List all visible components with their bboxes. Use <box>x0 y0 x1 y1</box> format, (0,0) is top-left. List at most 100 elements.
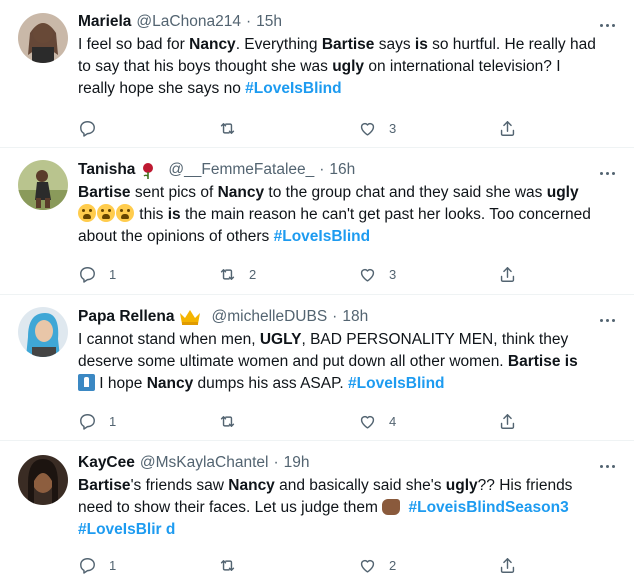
tweet-actions: 1 4 <box>78 401 622 441</box>
heart-icon <box>360 559 375 573</box>
text-segment: I hope <box>95 375 147 392</box>
tweet-text: I cannot stand when men, UGLY, BAD PERSO… <box>78 329 622 395</box>
author-name[interactable]: Papa Rellena <box>78 306 175 328</box>
avatar[interactable] <box>18 455 68 505</box>
text-segment: says <box>374 36 415 53</box>
timestamp[interactable]: 18h <box>342 306 368 328</box>
tweet-text: I feel so bad for Nancy. Everything Bart… <box>78 34 622 100</box>
reply-count: 1 <box>109 413 117 429</box>
share-icon <box>500 413 515 429</box>
text-segment: dumps his ass ASAP. <box>193 375 349 392</box>
retweet-button[interactable]: 2 <box>218 265 358 284</box>
more-options-icon[interactable] <box>600 455 620 468</box>
separator-dot: · <box>332 308 338 325</box>
retweet-count: 2 <box>249 266 257 282</box>
like-button[interactable]: 3 <box>358 265 498 284</box>
tweet[interactable]: Mariela @LaChona214 · 15h I feel so bad … <box>0 0 634 148</box>
highlighted-keyword: Nancy <box>189 36 236 53</box>
text-segment: to the group chat and they said she was <box>264 184 547 201</box>
like-count: 3 <box>389 120 397 136</box>
author-handle[interactable]: @michelleDUBS <box>212 306 328 328</box>
reply-icon <box>80 557 95 574</box>
highlighted-keyword: ugly <box>445 477 478 494</box>
highlighted-keyword: ugly <box>546 184 579 201</box>
avatar[interactable] <box>18 307 68 357</box>
highlighted-keyword: Nancy <box>228 477 275 494</box>
author-handle[interactable]: @LaChona214 <box>136 11 241 33</box>
tweet-actions: 3 <box>78 108 622 148</box>
reply-count: 1 <box>109 266 117 282</box>
hashtag-link[interactable]: #LoveIsBlir d <box>78 521 175 538</box>
text-segment: and basically said she's <box>274 477 446 494</box>
author-name[interactable]: Mariela <box>78 11 131 33</box>
timestamp[interactable]: 15h <box>256 11 282 33</box>
retweet-icon <box>220 268 235 280</box>
heart-icon <box>360 268 375 282</box>
share-button[interactable] <box>498 412 517 431</box>
like-button[interactable]: 4 <box>358 412 498 431</box>
reply-button[interactable]: 1 <box>78 265 218 284</box>
more-options-icon[interactable] <box>600 14 620 27</box>
hashtag-link[interactable]: #LoveisBlindSeason3 <box>408 499 568 516</box>
tweet-header: KayCee @MsKaylaChantel · 19h <box>78 451 622 475</box>
reply-icon <box>80 413 95 430</box>
share-button[interactable] <box>498 265 517 284</box>
heart-icon <box>360 122 375 136</box>
highlighted-keyword: is <box>414 36 428 53</box>
highlighted-keyword: Nancy <box>146 375 194 392</box>
face-crying-emoji-icon <box>116 204 134 222</box>
reply-count: 1 <box>109 557 117 573</box>
author-handle[interactable]: @__FemmeFatalee_ <box>168 159 314 181</box>
share-button[interactable] <box>498 556 517 575</box>
share-button[interactable] <box>498 119 517 138</box>
highlighted-keyword: Bartise <box>321 36 375 53</box>
share-icon <box>500 266 515 282</box>
retweet-button[interactable] <box>218 556 358 575</box>
like-count: 3 <box>389 266 397 282</box>
author-name[interactable]: Tanisha <box>78 159 135 181</box>
hashtag-link[interactable]: #LoveIsBlind <box>348 375 444 392</box>
separator-dot: · <box>319 161 325 178</box>
tweet-actions: 1 2 3 <box>78 254 622 294</box>
share-icon <box>500 557 515 573</box>
heart-icon <box>360 415 375 429</box>
face-crying-emoji-icon <box>78 204 96 222</box>
retweet-icon <box>220 559 235 571</box>
like-button[interactable]: 3 <box>358 119 498 138</box>
text-segment: 's friends saw <box>130 477 229 494</box>
highlighted-keyword: Nancy <box>217 184 265 201</box>
tweet[interactable]: KayCee @MsKaylaChantel · 19h Bartise's f… <box>0 441 634 575</box>
like-button[interactable]: 2 <box>358 556 498 575</box>
author-name[interactable]: KayCee <box>78 452 135 474</box>
reply-button[interactable] <box>78 119 218 138</box>
retweet-button[interactable] <box>218 412 358 431</box>
toilet-emoji-icon <box>78 374 95 391</box>
tweet-text: Bartise sent pics of Nancy to the group … <box>78 182 622 248</box>
reply-button[interactable]: 1 <box>78 556 218 575</box>
timestamp[interactable]: 19h <box>284 452 310 474</box>
tweet[interactable]: Tanisha @__FemmeFatalee_ · 16h Bartise s… <box>0 148 634 295</box>
avatar[interactable] <box>18 13 68 63</box>
text-segment: this <box>135 206 168 223</box>
text-segment: sent pics of <box>130 184 218 201</box>
separator-dot: · <box>273 454 279 471</box>
timestamp[interactable]: 16h <box>329 159 355 181</box>
reply-button[interactable]: 1 <box>78 412 218 431</box>
highlighted-keyword: is <box>167 206 181 223</box>
more-options-icon[interactable] <box>600 309 620 322</box>
more-options-icon[interactable] <box>600 162 620 175</box>
tweet-header: Papa Rellena @michelleDUBS · 18h <box>78 305 622 329</box>
text-segment: I cannot stand when men, <box>78 331 260 348</box>
tweet-feed: Mariela @LaChona214 · 15h I feel so bad … <box>0 0 634 575</box>
rose-icon <box>139 162 157 179</box>
retweet-button[interactable] <box>218 119 358 138</box>
hashtag-link[interactable]: #LoveIsBlind <box>245 80 341 97</box>
hashtag-link[interactable]: #LoveIsBlind <box>274 228 370 245</box>
author-handle[interactable]: @MsKaylaChantel <box>140 452 269 474</box>
highlighted-keyword: UGLY <box>259 331 302 348</box>
retweet-icon <box>220 122 235 134</box>
avatar[interactable] <box>18 160 68 210</box>
tweet[interactable]: Papa Rellena @michelleDUBS · 18h I canno… <box>0 295 634 441</box>
highlighted-keyword: Bartise is <box>507 353 578 370</box>
face-crying-emoji-icon <box>97 204 115 222</box>
